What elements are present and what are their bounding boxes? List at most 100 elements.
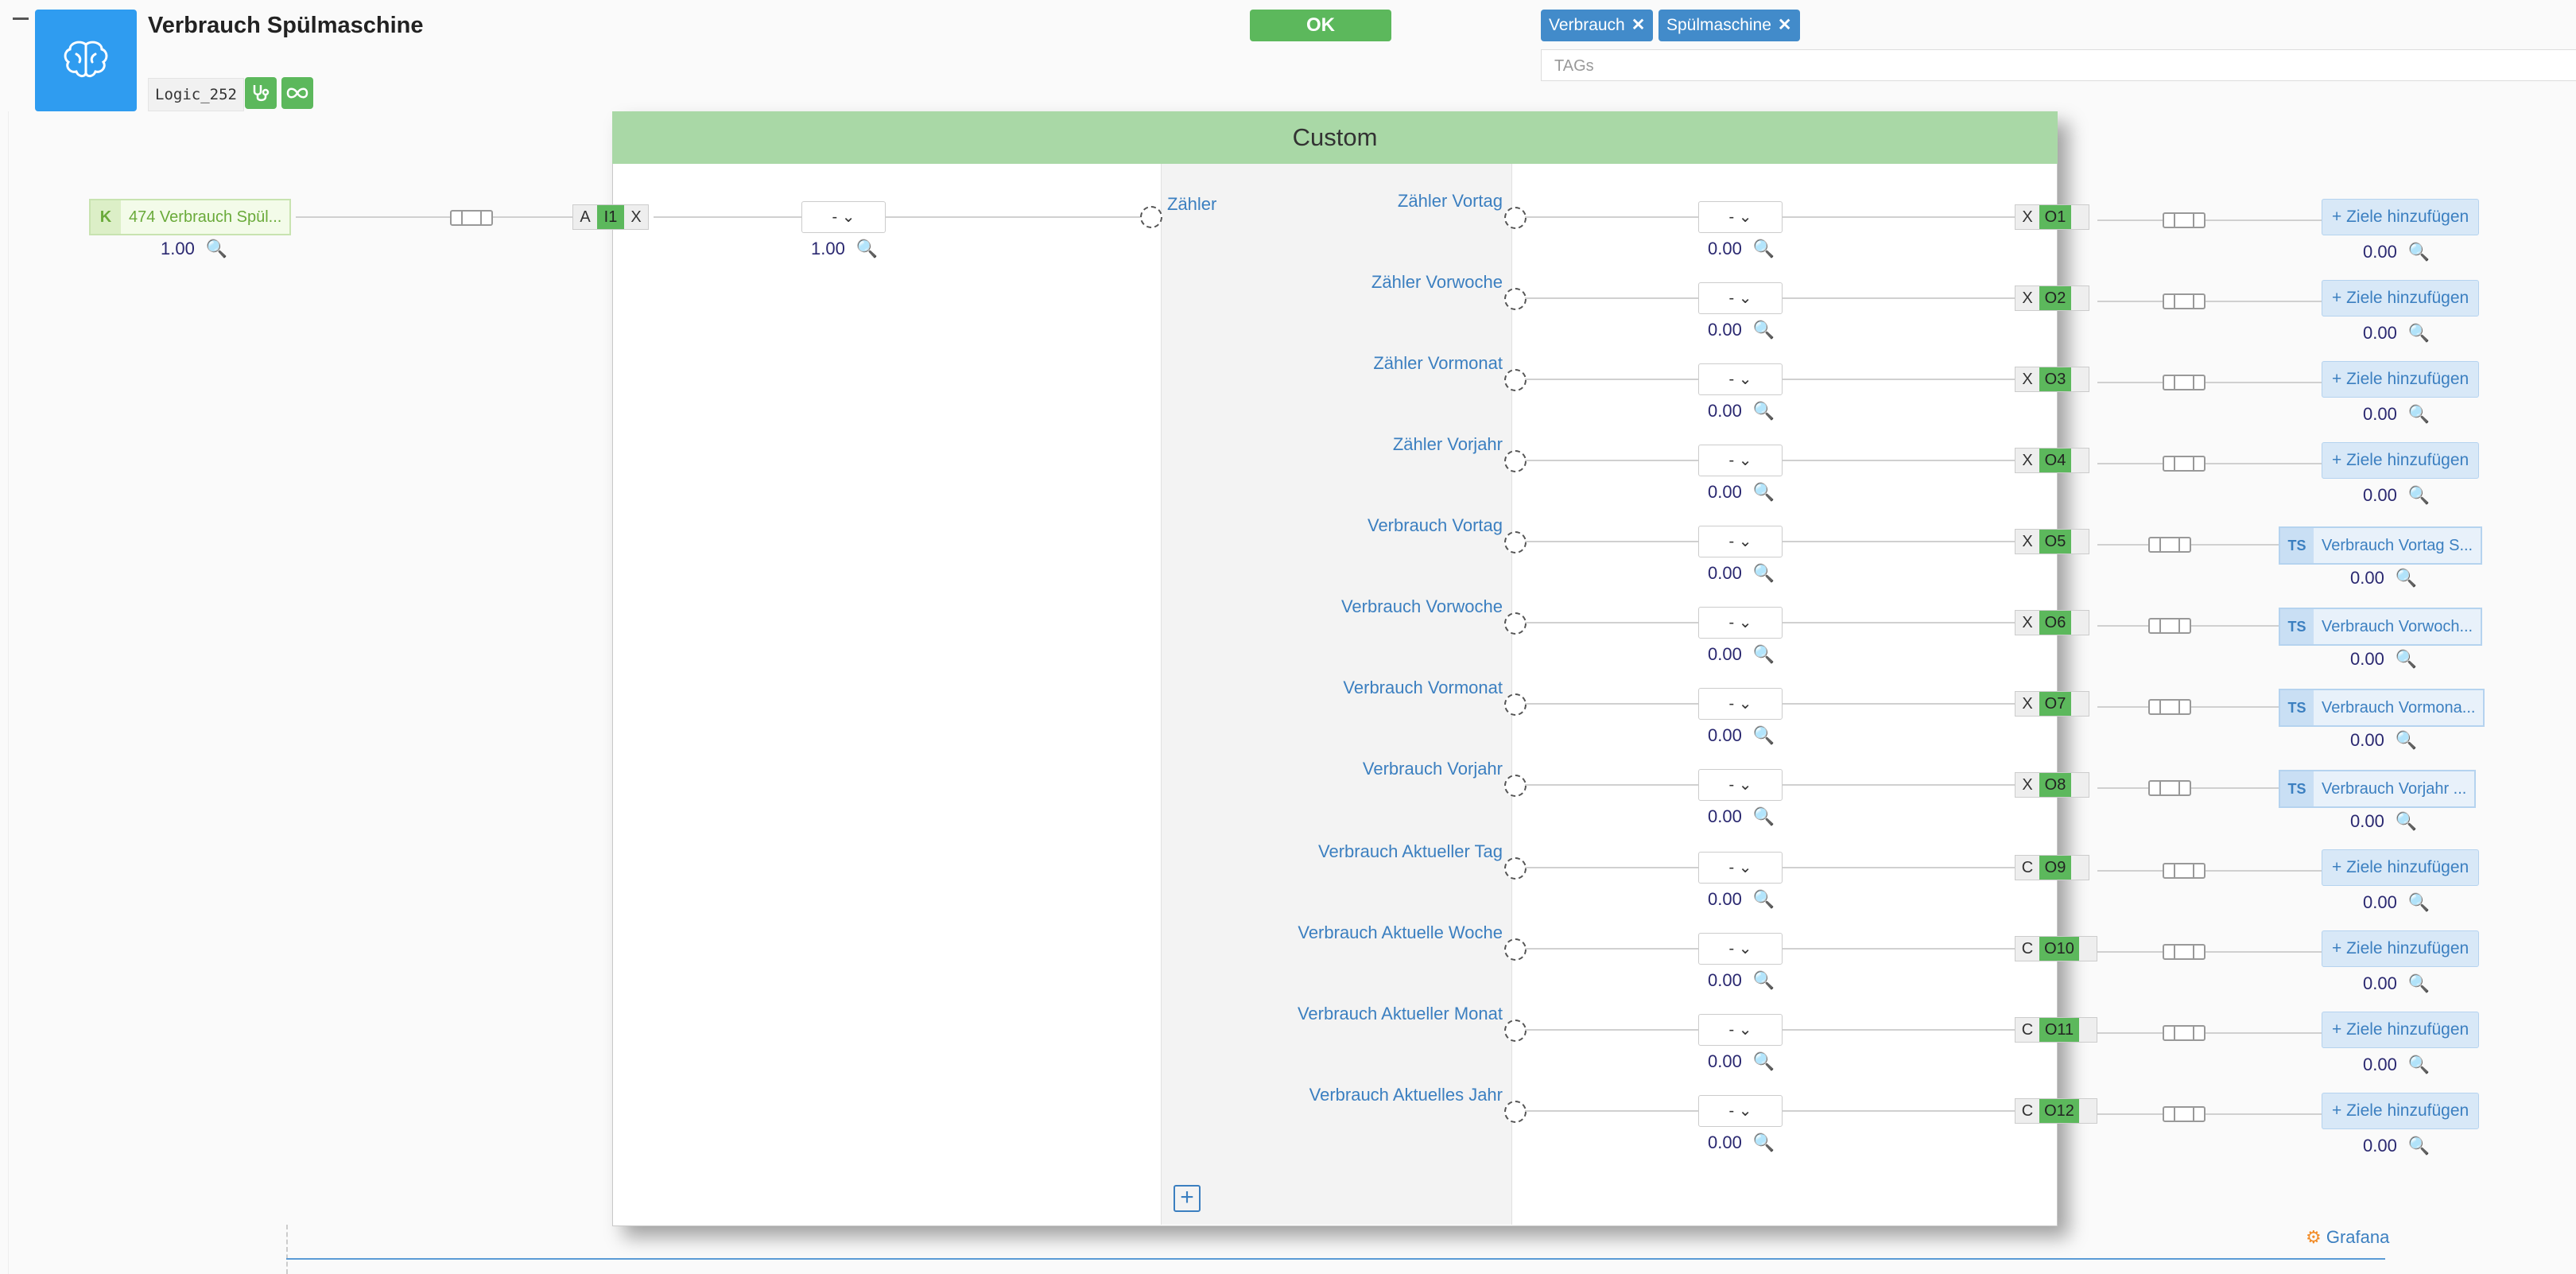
output-target[interactable]: TS Verbrauch Vormona... — [2279, 689, 2485, 727]
fuse-icon[interactable] — [2163, 1106, 2206, 1122]
magnifier-icon[interactable]: 🔍 — [2396, 730, 2417, 751]
output-target[interactable]: TS Verbrauch Vortag S... — [2279, 526, 2483, 565]
output-port[interactable]: X O7 — [2015, 691, 2089, 717]
add-targets-button[interactable]: + Ziele hinzufügen — [2322, 199, 2480, 235]
fuse-icon[interactable] — [2163, 375, 2206, 390]
grafana-link[interactable]: ⚙ Grafana — [2306, 1227, 2389, 1248]
output-connector[interactable] — [1504, 612, 1527, 635]
output-connector[interactable] — [1504, 369, 1527, 391]
output-target[interactable]: TS Verbrauch Vorjahr ... — [2279, 770, 2477, 808]
output-connector[interactable] — [1504, 1101, 1527, 1123]
output-function-select[interactable]: - ⌄ — [1698, 282, 1783, 314]
output-port[interactable]: X O2 — [2015, 285, 2089, 311]
tag-verbrauch[interactable]: Verbrauch ✕ — [1541, 10, 1654, 41]
infinity-button[interactable] — [281, 77, 313, 109]
fuse-icon[interactable] — [2163, 456, 2206, 472]
add-targets-button[interactable]: + Ziele hinzufügen — [2322, 930, 2480, 967]
magnifier-icon[interactable]: 🔍 — [1753, 970, 1775, 991]
output-port[interactable]: X O3 — [2015, 367, 2089, 392]
output-connector[interactable] — [1504, 775, 1527, 797]
magnifier-icon[interactable]: 🔍 — [2408, 404, 2430, 425]
output-port[interactable]: C O12 — [2015, 1098, 2097, 1124]
output-connector[interactable] — [1504, 693, 1527, 716]
ok-button[interactable]: OK — [1250, 10, 1391, 41]
stethoscope-button[interactable] — [245, 77, 277, 109]
output-connector[interactable] — [1504, 857, 1527, 880]
output-function-select[interactable]: - ⌄ — [1698, 526, 1783, 557]
magnifier-icon[interactable]: 🔍 — [1753, 320, 1775, 340]
magnifier-icon[interactable]: 🔍 — [2396, 568, 2417, 588]
plus-square-icon[interactable]: + — [1174, 1185, 1201, 1212]
output-port[interactable]: C O10 — [2015, 936, 2097, 961]
magnifier-icon[interactable]: 🔍 — [1753, 1051, 1775, 1072]
magnifier-icon[interactable]: 🔍 — [1753, 401, 1775, 421]
magnifier-icon[interactable]: 🔍 — [856, 239, 878, 259]
magnifier-icon[interactable]: 🔍 — [2408, 242, 2430, 262]
fuse-icon[interactable] — [2148, 618, 2191, 634]
add-targets-button[interactable]: + Ziele hinzufügen — [2322, 361, 2480, 398]
tag-remove-icon[interactable]: ✕ — [1778, 16, 1792, 34]
magnifier-icon[interactable]: 🔍 — [1753, 644, 1775, 665]
fuse-icon[interactable] — [2163, 293, 2206, 309]
magnifier-icon[interactable]: 🔍 — [2408, 1136, 2430, 1156]
fuse-icon[interactable] — [2148, 780, 2191, 796]
add-targets-button[interactable]: + Ziele hinzufügen — [2322, 280, 2480, 317]
fuse-icon[interactable] — [2163, 1025, 2206, 1041]
output-port[interactable]: C O9 — [2015, 855, 2089, 880]
output-function-select[interactable]: - ⌄ — [1698, 769, 1783, 801]
fuse-icon[interactable] — [450, 210, 493, 226]
magnifier-icon[interactable]: 🔍 — [1753, 1132, 1775, 1153]
magnifier-icon[interactable]: 🔍 — [2396, 649, 2417, 670]
magnifier-icon[interactable]: 🔍 — [1753, 806, 1775, 827]
output-function-select[interactable]: - ⌄ — [1698, 1095, 1783, 1127]
output-connector[interactable] — [1504, 1020, 1527, 1042]
collapse-icon[interactable] — [13, 17, 29, 20]
magnifier-icon[interactable]: 🔍 — [1753, 482, 1775, 503]
output-function-select[interactable]: - ⌄ — [1698, 363, 1783, 395]
tags-input[interactable]: TAGs — [1541, 49, 2576, 81]
output-connector[interactable] — [1504, 531, 1527, 553]
output-port[interactable]: X O8 — [2015, 772, 2089, 798]
output-function-select[interactable]: - ⌄ — [1698, 852, 1783, 884]
magnifier-icon[interactable]: 🔍 — [2408, 1055, 2430, 1075]
input-connector[interactable] — [1140, 206, 1162, 228]
output-port[interactable]: X O6 — [2015, 610, 2089, 635]
tag-remove-icon[interactable]: ✕ — [1631, 16, 1646, 34]
magnifier-icon[interactable]: 🔍 — [1753, 725, 1775, 746]
magnifier-icon[interactable]: 🔍 — [2408, 323, 2430, 344]
input-function-select[interactable]: - ⌄ — [801, 201, 886, 233]
fuse-icon[interactable] — [2163, 944, 2206, 960]
output-function-select[interactable]: - ⌄ — [1698, 445, 1783, 476]
output-port[interactable]: X O1 — [2015, 204, 2089, 230]
fuse-icon[interactable] — [2148, 699, 2191, 715]
add-targets-button[interactable]: + Ziele hinzufügen — [2322, 1093, 2480, 1129]
magnifier-icon[interactable]: 🔍 — [1753, 239, 1775, 259]
input-source[interactable]: K 474 Verbrauch Spül... — [89, 199, 292, 235]
magnifier-icon[interactable]: 🔍 — [206, 239, 227, 259]
output-connector[interactable] — [1504, 207, 1527, 229]
magnifier-icon[interactable]: 🔍 — [2408, 973, 2430, 994]
output-function-select[interactable]: - ⌄ — [1698, 933, 1783, 965]
input-port-i1[interactable]: A I1 X — [572, 204, 649, 230]
add-targets-button[interactable]: + Ziele hinzufügen — [2322, 1012, 2480, 1048]
output-target[interactable]: TS Verbrauch Vorwoch... — [2279, 608, 2483, 646]
output-port[interactable]: C O11 — [2015, 1017, 2097, 1043]
add-targets-button[interactable]: + Ziele hinzufügen — [2322, 442, 2480, 479]
output-function-select[interactable]: - ⌄ — [1698, 201, 1783, 233]
output-connector[interactable] — [1504, 938, 1527, 961]
fuse-icon[interactable] — [2148, 537, 2191, 553]
magnifier-icon[interactable]: 🔍 — [1753, 563, 1775, 584]
block-title[interactable]: Custom — [612, 111, 2058, 164]
output-function-select[interactable]: - ⌄ — [1698, 688, 1783, 720]
output-connector[interactable] — [1504, 450, 1527, 472]
magnifier-icon[interactable]: 🔍 — [2408, 485, 2430, 506]
magnifier-icon[interactable]: 🔍 — [1753, 889, 1775, 910]
magnifier-icon[interactable]: 🔍 — [2396, 811, 2417, 832]
fuse-icon[interactable] — [2163, 212, 2206, 228]
output-port[interactable]: X O4 — [2015, 448, 2089, 473]
output-function-select[interactable]: - ⌄ — [1698, 1014, 1783, 1046]
output-function-select[interactable]: - ⌄ — [1698, 607, 1783, 639]
tag-spuelmaschine[interactable]: Spülmaschine ✕ — [1658, 10, 1800, 41]
magnifier-icon[interactable]: 🔍 — [2408, 892, 2430, 913]
add-targets-button[interactable]: + Ziele hinzufügen — [2322, 849, 2480, 886]
